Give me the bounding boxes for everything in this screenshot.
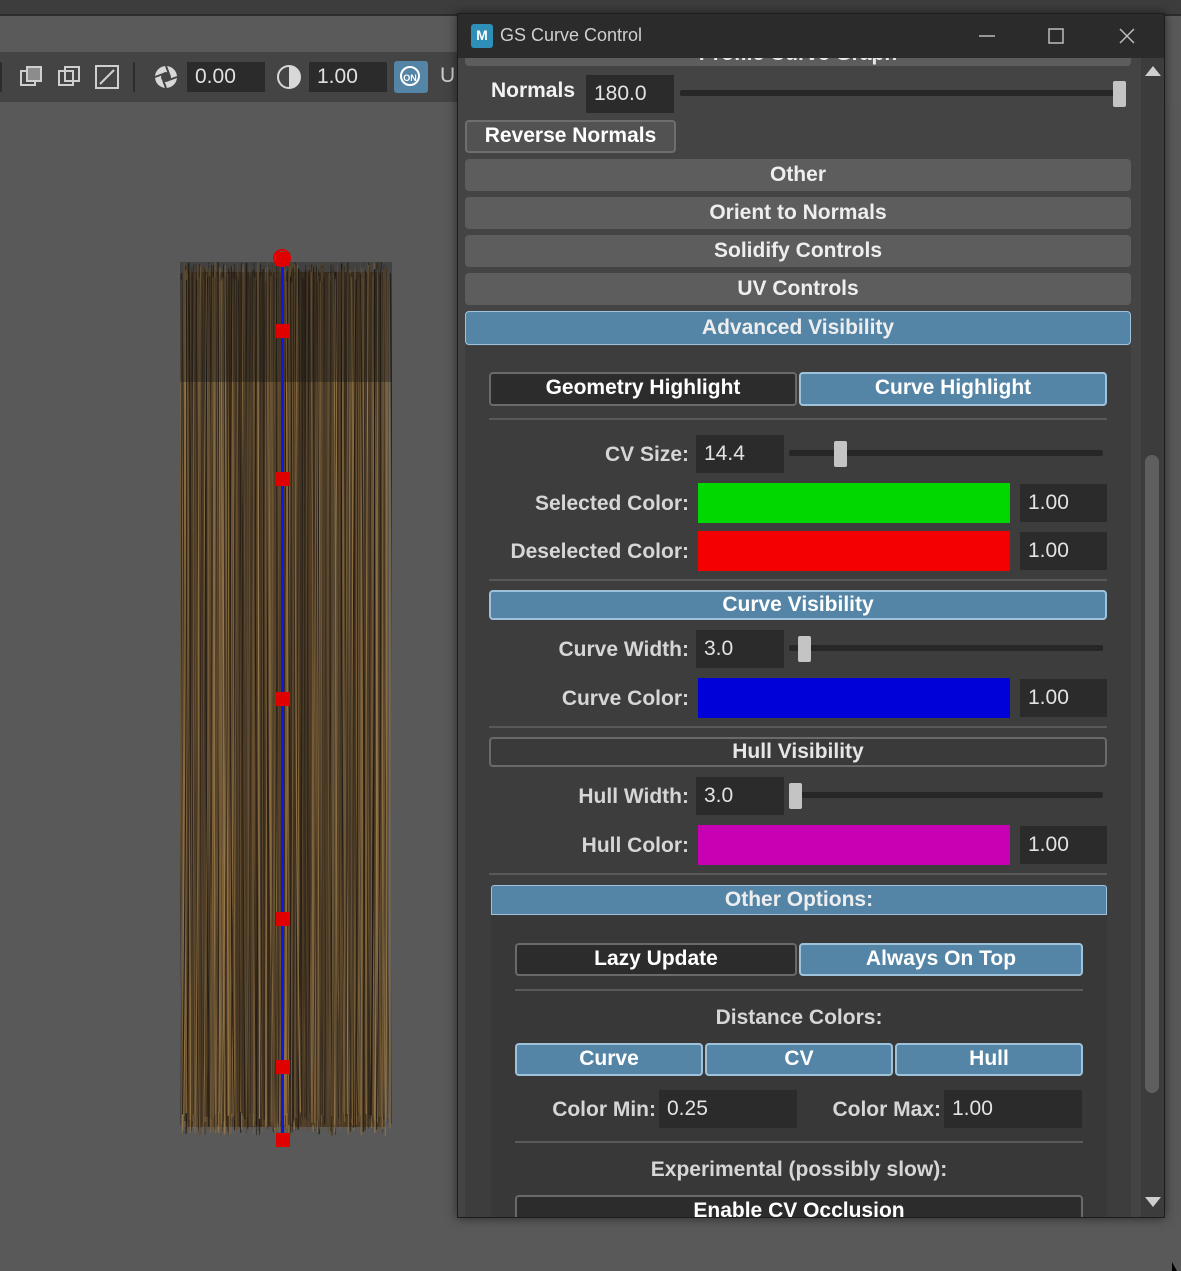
cv-size-label: CV Size:: [604, 443, 689, 466]
gamma-field[interactable]: 1.00: [309, 62, 387, 92]
mouse-cursor-icon: [1172, 1262, 1177, 1271]
hull-color-swatch[interactable]: [698, 825, 1010, 865]
close-icon[interactable]: [1104, 20, 1150, 52]
normals-slider-handle[interactable]: [1113, 81, 1126, 107]
toolbar-separator: [133, 62, 135, 92]
hull-width-slider-handle[interactable]: [789, 783, 802, 809]
cv-point[interactable]: [276, 692, 290, 706]
view-transform-button[interactable]: ON: [394, 61, 428, 93]
divider: [489, 873, 1107, 875]
lazy-update-button[interactable]: Lazy Update: [515, 943, 797, 976]
curve-visibility-toggle[interactable]: Curve Visibility: [489, 590, 1107, 620]
hull-color-label: Hull Color:: [581, 834, 689, 857]
window-title: GS Curve Control: [500, 25, 643, 45]
scroll-up-icon[interactable]: [1145, 66, 1161, 76]
minimize-icon[interactable]: [964, 20, 1010, 52]
normals-label: Normals: [490, 79, 575, 102]
selected-color-alpha-field[interactable]: 1.00: [1020, 484, 1107, 522]
color-max-label: Color Max:: [832, 1098, 941, 1121]
cv-point[interactable]: [276, 1060, 290, 1074]
curve-width-label: Curve Width:: [558, 638, 689, 661]
maya-app-icon: M: [471, 24, 493, 48]
curve-width-field[interactable]: 3.0: [696, 630, 784, 668]
divider: [489, 579, 1107, 581]
section-other-options[interactable]: Other Options:: [491, 885, 1107, 915]
deselected-color-label: Deselected Color:: [510, 540, 689, 563]
hull-width-slider[interactable]: [789, 792, 1103, 798]
cv-point[interactable]: [276, 912, 290, 926]
geometry-highlight-button[interactable]: Geometry Highlight: [489, 372, 797, 406]
color-min-label: Color Min:: [552, 1098, 656, 1121]
curve-color-label: Curve Color:: [561, 687, 689, 710]
cv-point[interactable]: [276, 324, 290, 338]
divider: [489, 418, 1107, 420]
color-min-field[interactable]: 0.25: [659, 1090, 797, 1128]
scrollbar-thumb[interactable]: [1145, 455, 1159, 1093]
reverse-normals-button[interactable]: Reverse Normals: [465, 120, 676, 153]
section-uv-controls[interactable]: UV Controls: [465, 273, 1131, 305]
deselected-color-swatch[interactable]: [698, 531, 1010, 571]
gs-curve-control-window: M GS Curve Control Profile Curve Graph N…: [457, 13, 1165, 1218]
cv-point[interactable]: [276, 472, 290, 486]
exposure-field[interactable]: 0.00: [187, 62, 265, 92]
cv-size-field[interactable]: 14.4: [696, 435, 784, 473]
toolbar-separator: [0, 62, 2, 92]
hull-visibility-toggle[interactable]: Hull Visibility: [489, 737, 1107, 767]
selected-color-swatch[interactable]: [698, 483, 1010, 523]
section-solidify-controls[interactable]: Solidify Controls: [465, 235, 1131, 267]
exposure-icon[interactable]: [153, 64, 179, 90]
section-orient-to-normals[interactable]: Orient to Normals: [465, 197, 1131, 229]
scroll-content: Profile Curve Graph Normals 180.0 Revers…: [458, 58, 1141, 1217]
viewport-toolbar: 0.00 1.00 ON U: [0, 52, 470, 102]
curve-color-swatch[interactable]: [698, 678, 1010, 718]
divider: [489, 726, 1107, 728]
cv-point[interactable]: [276, 252, 290, 266]
curve-highlight-button[interactable]: Curve Highlight: [799, 372, 1107, 406]
experimental-label: Experimental (possibly slow):: [650, 1158, 948, 1181]
window-titlebar[interactable]: M GS Curve Control: [458, 14, 1164, 58]
normals-slider[interactable]: [680, 90, 1126, 96]
section-other[interactable]: Other: [465, 159, 1131, 191]
cv-point[interactable]: [276, 1133, 290, 1147]
enable-cv-occlusion-button[interactable]: Enable CV Occlusion: [515, 1195, 1083, 1217]
color-max-field[interactable]: 1.00: [944, 1090, 1082, 1128]
hull-color-alpha-field[interactable]: 1.00: [1020, 826, 1107, 864]
on-badge: ON: [400, 66, 420, 86]
always-on-top-button[interactable]: Always On Top: [799, 943, 1083, 976]
selected-color-label: Selected Color:: [534, 492, 689, 515]
divider: [515, 1141, 1083, 1143]
xray-joints-icon[interactable]: [94, 64, 120, 90]
toolbar-trailing-text: U: [440, 64, 456, 87]
distance-curve-button[interactable]: Curve: [515, 1043, 703, 1076]
distance-hull-button[interactable]: Hull: [895, 1043, 1083, 1076]
deselected-color-alpha-field[interactable]: 1.00: [1020, 532, 1107, 570]
divider: [515, 989, 1083, 991]
curve-color-alpha-field[interactable]: 1.00: [1020, 679, 1107, 717]
normals-field[interactable]: 180.0: [586, 75, 674, 113]
hull-width-label: Hull Width:: [578, 785, 689, 808]
scroll-down-icon[interactable]: [1145, 1197, 1161, 1207]
distance-colors-label: Distance Colors:: [715, 1006, 883, 1029]
hull-width-field[interactable]: 3.0: [696, 777, 784, 815]
xray-icon[interactable]: [56, 64, 82, 90]
cv-size-slider-handle[interactable]: [834, 441, 848, 467]
curve-width-slider[interactable]: [789, 645, 1103, 651]
distance-cv-button[interactable]: CV: [705, 1043, 893, 1076]
profile-curve-graph-header[interactable]: Profile Curve Graph: [465, 58, 1131, 66]
curve-width-slider-handle[interactable]: [798, 636, 812, 662]
gamma-icon[interactable]: [276, 64, 302, 90]
maximize-icon[interactable]: [1033, 20, 1079, 52]
section-advanced-visibility[interactable]: Advanced Visibility: [465, 311, 1131, 345]
isolate-select-icon[interactable]: [18, 64, 44, 90]
vertical-scrollbar[interactable]: [1141, 58, 1164, 1217]
